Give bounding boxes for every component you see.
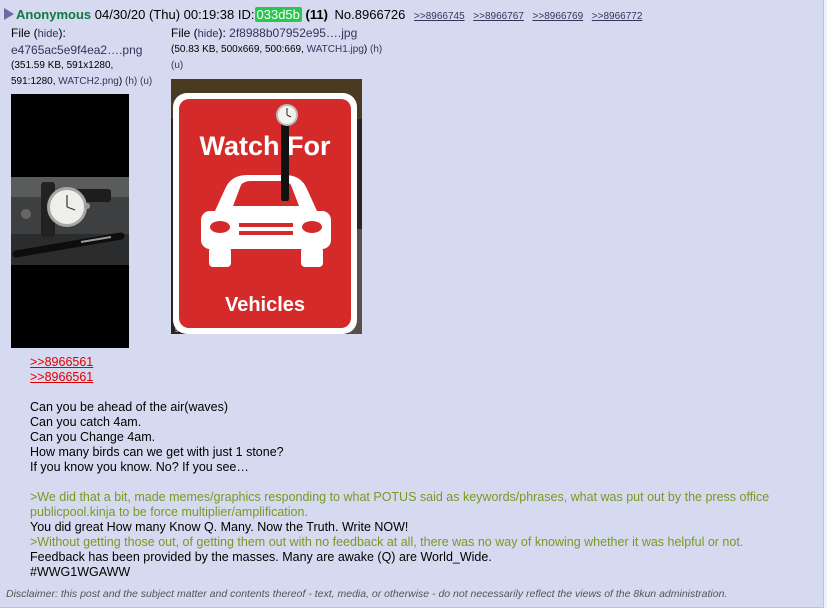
file-meta: (50.83 KB, 500x669, 500:669, (171, 44, 304, 55)
file-info-1: File (hide): e4765ac5e9f4ea2….png (351.5… (11, 25, 161, 90)
file-name-link[interactable]: 2f8988b07952e95….jpg (229, 26, 357, 40)
unspoiler-link[interactable]: (u) (171, 60, 183, 71)
file-label-suffix: ): (58, 26, 66, 40)
unspoiler-link[interactable]: (u) (140, 76, 152, 87)
backlink[interactable]: >>8966772 (592, 11, 643, 22)
poster-post-count: (11) (305, 7, 328, 22)
post-intro: Anonymous 04/30/20 (Thu) 00:19:38 ID: 033… (4, 7, 642, 22)
file-name-link[interactable]: e4765ac5e9f4ea2….png (11, 43, 142, 57)
original-filename-link[interactable]: WATCH2.png (58, 76, 119, 87)
file-meta: (351.59 KB, 591x1280, (11, 60, 114, 71)
hash-search-link[interactable]: (h) (125, 76, 137, 87)
body-line: How many birds can we get with just 1 st… (30, 445, 284, 459)
backlink[interactable]: >>8966767 (473, 11, 524, 22)
body-line: You did great How many Know Q. Many. Now… (30, 520, 409, 534)
backlink[interactable]: >>8966769 (533, 11, 584, 22)
file-thumbnail-watch-photo[interactable] (11, 94, 129, 348)
body-line: Can you catch 4am. (30, 415, 142, 429)
hash-search-link[interactable]: (h) (370, 44, 382, 55)
file-meta-ratio: 591:1280, (11, 76, 56, 87)
file-label: File ( (171, 26, 198, 40)
post-number-link[interactable]: No.8966726 (335, 7, 406, 22)
quote-link[interactable]: >>8966561 (30, 355, 93, 369)
file-info-2: File (hide): 2f8988b07952e95….jpg (50.83… (171, 26, 383, 71)
watch-for-vehicles-sign-image: Watch For Vehicles SO MUCH PUN.COM (171, 79, 362, 334)
disclaimer: Disclaimer: this post and the subject ma… (6, 588, 728, 600)
body-line: If you know you know. No? If you see… (30, 460, 249, 474)
backlink[interactable]: >>8966745 (414, 11, 465, 22)
body-line: Feedback has been provided by the masses… (30, 550, 492, 564)
watch-photo-image (11, 94, 129, 348)
post-body: >>8966561 >>8966561 Can you be ahead of … (30, 355, 810, 580)
sign-text-bottom: Vehicles (225, 294, 305, 316)
body-line: Can you Change 4am. (30, 430, 156, 444)
greentext-line: >Without getting those out, of getting t… (30, 535, 744, 549)
file-label: File ( (11, 26, 38, 40)
hide-file-link[interactable]: hide (38, 28, 59, 40)
sign-text-top: Watch For (200, 131, 331, 161)
post-container: Anonymous 04/30/20 (Thu) 00:19:38 ID: 033… (0, 0, 824, 608)
quote-link[interactable]: >>8966561 (30, 370, 93, 384)
file-label-suffix: ): (218, 26, 226, 40)
hide-file-link[interactable]: hide (198, 28, 219, 40)
sign-credit: SO MUCH PUN.COM (175, 328, 224, 334)
post-date: 04/30/20 (Thu) 00:19:38 (94, 7, 235, 22)
poster-id-badge[interactable]: 033d5b (254, 7, 302, 22)
poster-name: Anonymous (16, 7, 92, 22)
original-filename-link[interactable]: WATCH1.jpg (307, 44, 364, 55)
file-thumbnail-watch-sign[interactable]: Watch For Vehicles SO MUCH PUN.COM (171, 79, 362, 334)
hashtag-line: #WWG1WGAWW (30, 565, 131, 579)
body-line: Can you be ahead of the air(waves) (30, 400, 229, 414)
id-label: ID: (237, 7, 255, 22)
greentext-line: >We did that a bit, made memes/graphics … (30, 490, 770, 519)
post-menu-arrow-icon[interactable] (4, 8, 14, 20)
